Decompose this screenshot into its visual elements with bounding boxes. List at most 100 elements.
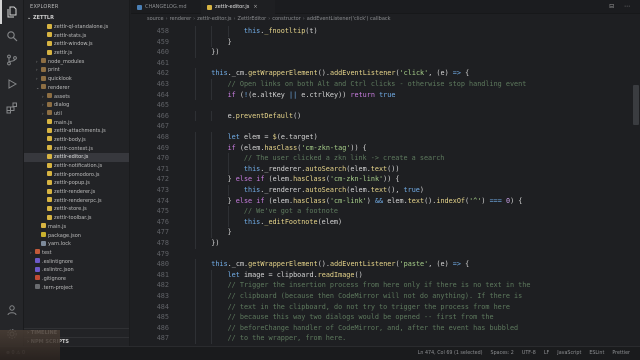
code-line[interactable]: 473 this._renderer.autoSearch(elem.text()… xyxy=(131,185,640,196)
tree-item[interactable]: › node_modules xyxy=(24,58,129,67)
tree-item[interactable]: zettlr-store.js xyxy=(24,205,129,214)
code-line[interactable]: 459} xyxy=(131,36,640,48)
code-line[interactable]: 465 xyxy=(131,100,640,111)
code-text: } xyxy=(227,228,232,237)
code-line[interactable]: 484 // text in the clipboard, do not try … xyxy=(131,301,640,313)
code-line[interactable]: 468 let elem = $(e.target) xyxy=(131,132,640,143)
breadcrumb-item[interactable]: addEventListener('click') callback xyxy=(307,16,391,22)
tree-item[interactable]: › assets xyxy=(24,93,129,102)
code-line[interactable]: 487 // to the wrapper, from here. xyxy=(131,333,640,344)
tree-item[interactable]: zettlr-editor.js xyxy=(24,153,129,162)
code-line[interactable]: 463 // Open links on both Alt and Ctrl cl… xyxy=(131,79,640,90)
tree-item[interactable]: zettlr-notification.js xyxy=(24,162,129,171)
code-line[interactable]: 475 // We've got a footnote xyxy=(131,206,640,217)
tree-item-label: zettlr-popup.js xyxy=(54,180,90,187)
tree-item[interactable]: › quicklook xyxy=(24,75,129,84)
tree-item[interactable]: .eslintignore xyxy=(24,258,129,267)
tree-item[interactable]: main.js xyxy=(24,223,129,232)
tree-item-label: yarn.lock xyxy=(48,241,71,248)
tree-item[interactable]: zettlr-body.js xyxy=(24,136,129,145)
code-line[interactable]: 462 this._cm.getWrapperElement().addEvent… xyxy=(131,68,640,79)
tab-zettlr-editor[interactable]: zettlr-editor.js × xyxy=(201,0,275,14)
breadcrumb-item[interactable]: ZettlrEditor xyxy=(238,16,267,22)
code-line[interactable]: 476 this._editFootnote(elem) xyxy=(131,216,640,228)
project-section-header[interactable]: ⌄ ZETTLR xyxy=(24,14,129,23)
tree-item[interactable]: zettlr-window.js xyxy=(24,40,129,49)
tree-item[interactable]: yarn.lock xyxy=(24,240,129,249)
tree-item[interactable]: zettlr.js xyxy=(24,49,129,58)
tree-item[interactable]: › test xyxy=(24,249,129,258)
tab-changelog[interactable]: CHANGELOG.md xyxy=(131,0,201,14)
status-item[interactable]: ESLint xyxy=(589,351,604,356)
tree-item[interactable]: package.json xyxy=(24,232,129,241)
status-item[interactable]: Prettier xyxy=(612,351,630,356)
code-line[interactable]: 482 // Trigger the insertion process from… xyxy=(131,280,640,291)
code-line[interactable]: 477} xyxy=(131,227,640,238)
code-line[interactable]: 472} else if (elem.hasClass('cm-zkn-link… xyxy=(131,174,640,185)
line-number: 469 xyxy=(156,143,169,152)
tree-item[interactable]: › dialog xyxy=(24,101,129,110)
indent-guide xyxy=(227,163,229,175)
tree-item[interactable]: › util xyxy=(24,110,129,119)
breadcrumb-item[interactable]: renderer xyxy=(170,16,192,22)
code-editor[interactable]: 458 this._fnootltip(t) 459} 460}) 461 462 this… xyxy=(131,25,640,346)
tree-item[interactable]: zettlr-toolbar.js xyxy=(24,214,129,223)
code-line[interactable]: 464 if (!(e.altKey || e.ctrlKey)) return … xyxy=(131,89,640,101)
code-line[interactable]: 460}) xyxy=(131,47,640,58)
status-item[interactable]: Spaces: 2 xyxy=(491,351,514,356)
tree-item[interactable]: › print xyxy=(24,66,129,75)
folder-icon xyxy=(41,58,46,64)
tree-item-label: zettlr-notification.js xyxy=(54,163,103,169)
line-number: 477 xyxy=(156,228,169,237)
code-line[interactable]: 471 this._renderer.autoSearch(elem.text()… xyxy=(131,163,640,175)
indent-guide xyxy=(195,68,196,79)
code-line[interactable]: 485 // because this way two dialogs would… xyxy=(131,312,640,323)
indent-guide xyxy=(211,142,213,154)
status-item[interactable]: JavaScript xyxy=(557,351,581,356)
status-item[interactable]: UTF-8 xyxy=(522,351,536,356)
files-icon[interactable] xyxy=(0,0,24,24)
run-debug-icon[interactable] xyxy=(0,72,24,96)
search-icon[interactable] xyxy=(0,24,24,48)
source-control-icon[interactable] xyxy=(0,48,24,72)
status-item[interactable]: Ln 474, Col 69 (1 selected) xyxy=(418,351,483,356)
tree-item[interactable]: zettlr-renderer.js xyxy=(24,188,129,197)
tree-item[interactable]: zettlr-popup.js xyxy=(24,179,129,188)
tree-item[interactable]: zettlr-rendererpc.js xyxy=(24,197,129,206)
tree-item[interactable]: .gitignore xyxy=(24,275,129,284)
code-line[interactable]: 480 this._cm.getWrapperElement().addEvent… xyxy=(131,259,640,270)
tree-item[interactable]: zettlr-pomodoro.js xyxy=(24,171,129,180)
code-line[interactable]: 466 e.preventDefault() xyxy=(131,110,640,122)
code-line[interactable]: 470 // The user clicked a zkn link -> cre… xyxy=(131,153,640,164)
code-line[interactable]: 478}) xyxy=(131,238,640,249)
git-file-icon xyxy=(35,275,40,281)
extensions-icon[interactable] xyxy=(0,96,24,120)
account-icon[interactable] xyxy=(0,298,24,322)
tree-item[interactable]: .tern-project xyxy=(24,284,129,293)
breadcrumb-separator: › xyxy=(193,16,196,22)
code-text: }) xyxy=(211,48,220,57)
status-item[interactable]: LF xyxy=(544,351,549,356)
code-line[interactable]: 458 this._fnootltip(t) xyxy=(131,26,640,37)
close-icon[interactable]: × xyxy=(253,4,257,10)
breadcrumb-item[interactable]: source xyxy=(147,16,164,22)
tree-item[interactable]: zettlr-ql-standalone.js xyxy=(24,23,129,32)
tab-actions[interactable]: ⊟ ⋯ xyxy=(609,0,634,14)
tree-item[interactable]: main.js xyxy=(24,119,129,128)
tree-item[interactable]: zettlr-context.js xyxy=(24,145,129,154)
tree-item[interactable]: ⌄ renderer xyxy=(24,84,129,93)
code-line[interactable]: 469 if (elem.hasClass('cm-zkn-tag')) { xyxy=(131,142,640,154)
code-line[interactable]: 483 // clipboard (because then CodeMirror… xyxy=(131,291,640,302)
code-line[interactable]: 479 xyxy=(131,249,640,260)
tree-item[interactable]: zettlr-attachments.js xyxy=(24,127,129,136)
breadcrumb-item[interactable]: constructor xyxy=(272,16,301,22)
code-line[interactable]: 486 // beforeChange handler of CodeMirror… xyxy=(131,322,640,334)
code-line[interactable]: 481 let image = clipboard.readImage() xyxy=(131,269,640,281)
indent-guide xyxy=(211,185,213,196)
tree-item[interactable]: .eslintrc.json xyxy=(24,266,129,275)
breadcrumb-item[interactable]: zettlr-editor.js xyxy=(197,16,231,22)
code-line[interactable]: 461 xyxy=(131,58,640,69)
tree-item[interactable]: zettlr-stats.js xyxy=(24,32,129,41)
code-line[interactable]: 467 xyxy=(131,121,640,132)
code-line[interactable]: 474} else if (elem.hasClass('cm-link') &… xyxy=(131,195,640,207)
